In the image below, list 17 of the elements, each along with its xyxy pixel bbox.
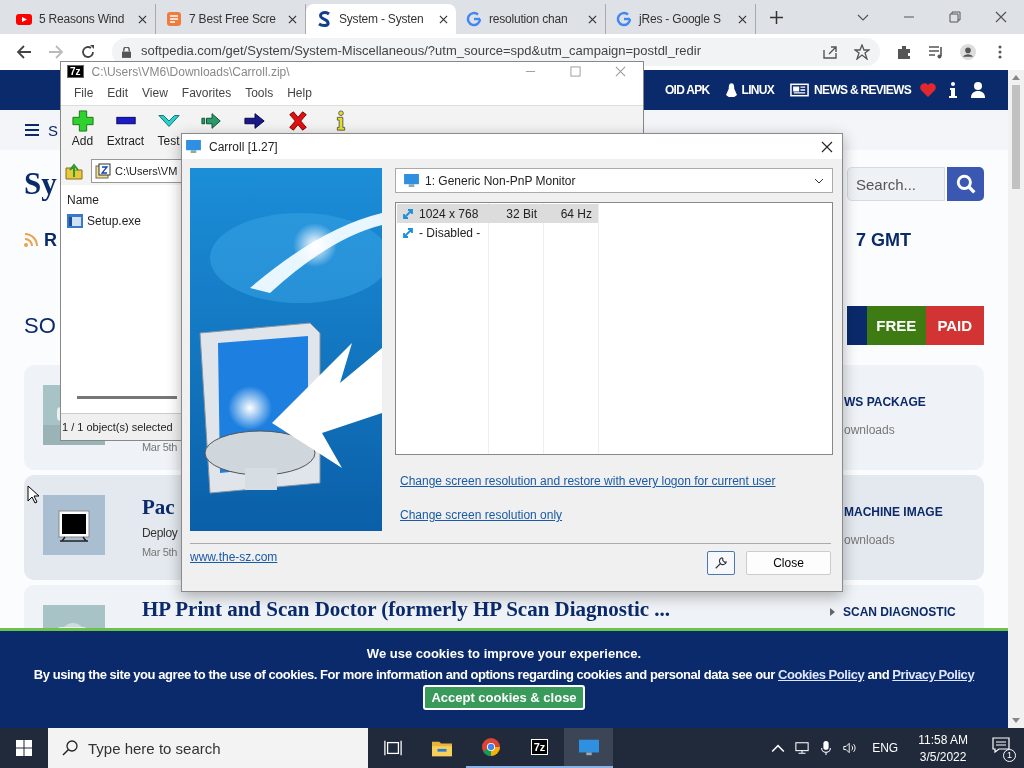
window-title: C:\Users\VM6\Downloads\Carroll.zip\ bbox=[91, 64, 290, 79]
page-heading: Sy bbox=[24, 166, 57, 202]
app-description: Deploy bbox=[142, 526, 179, 540]
app-category: WS PACKAGE bbox=[844, 395, 926, 409]
section-heading: SO bbox=[24, 313, 56, 339]
download-count: ownloads bbox=[844, 533, 896, 547]
download-count: ownloads bbox=[844, 423, 896, 437]
cookie-title: We use cookies to improve your experience. bbox=[366, 646, 642, 661]
app-category: SCAN DIAGNOSTIC bbox=[843, 605, 956, 619]
app-category: MACHINE IMAGE bbox=[844, 505, 943, 519]
app-logo: 7z bbox=[67, 65, 84, 78]
status-text: 1 / 1 object(s) selected bbox=[62, 421, 173, 433]
window-title: Carroll [1.27] bbox=[209, 139, 278, 154]
app-date: Mar 5th bbox=[142, 441, 179, 453]
archive-app-icon: 7z bbox=[530, 739, 549, 755]
cookie-notice: By using the site you agree to the use of cookies. For more information and options regarding cookies and personal data see our Cookies Policy and Privacy Policy bbox=[33, 667, 975, 682]
update-time: 7 GMT bbox=[856, 229, 911, 251]
